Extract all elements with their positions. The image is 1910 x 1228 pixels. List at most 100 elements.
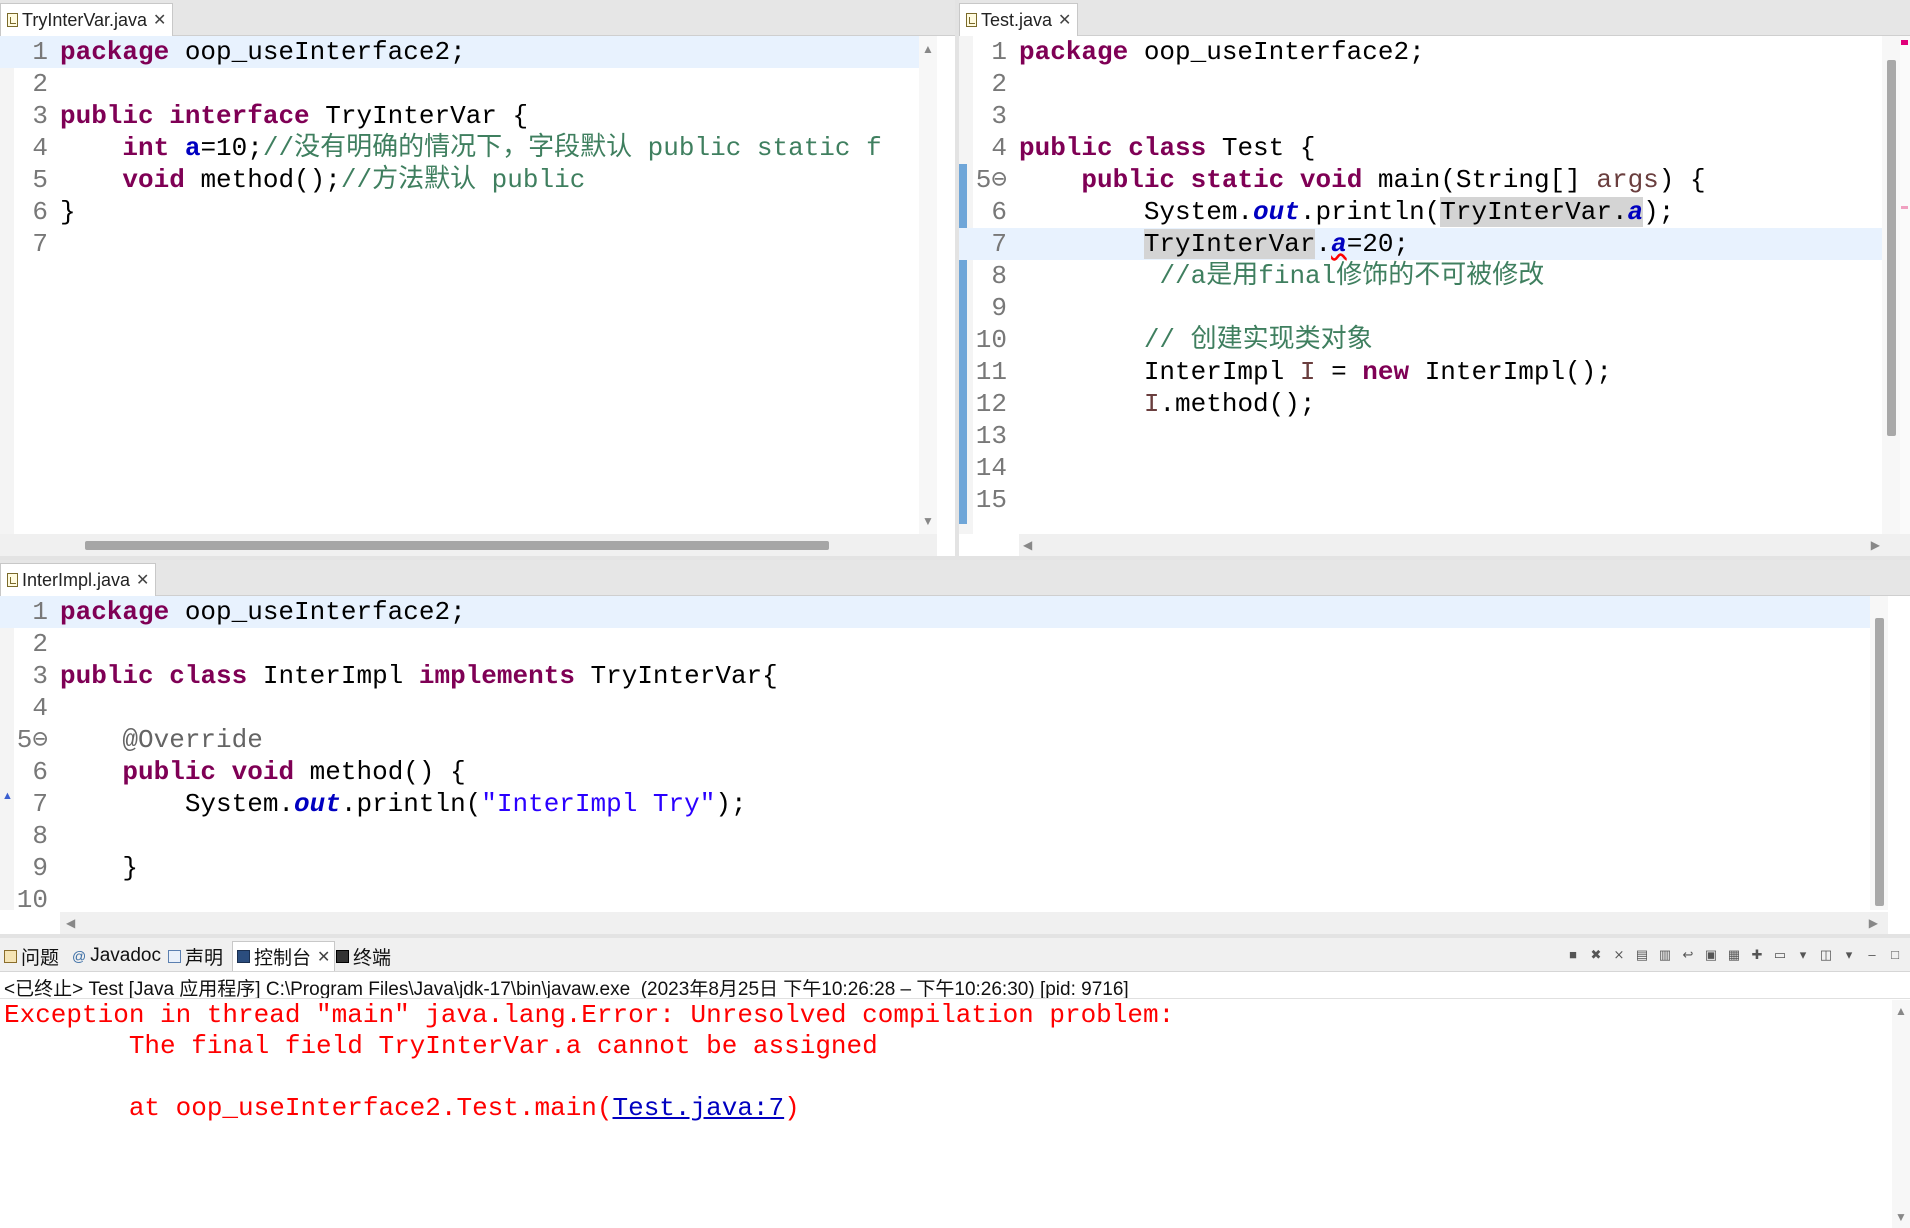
code-line[interactable]: 5⊖ @Override (0, 724, 1870, 756)
horizontal-scrollbar[interactable]: ◀ ▶ (1019, 534, 1910, 556)
code-token: oop_useInterface2; (169, 37, 466, 67)
close-icon[interactable]: ✕ (1058, 10, 1071, 30)
vertical-scrollbar[interactable]: ▲ ▼ (919, 36, 937, 534)
code-line[interactable]: 1 package oop_useInterface2; (959, 36, 1882, 68)
code-token: public (60, 101, 154, 131)
console-output[interactable]: Exception in thread "main" java.lang.Err… (4, 1000, 1880, 1124)
dropdown-icon[interactable]: ▾ (1794, 946, 1812, 964)
open-console-icon[interactable]: ◫ (1817, 946, 1835, 964)
code-line[interactable]: 4 int a=10;//没有明确的情况下，字段默认 public static… (0, 132, 937, 164)
code-line[interactable]: 2 (0, 628, 1870, 660)
terminate-icon[interactable]: ■ (1564, 946, 1582, 964)
scroll-right-icon[interactable]: ▶ (1869, 916, 1878, 930)
scrollbar-thumb[interactable] (1887, 60, 1896, 436)
code-line[interactable]: 13 (959, 420, 1882, 452)
code-line[interactable]: 5⊖ public static void main(String[] args… (959, 164, 1882, 196)
close-icon[interactable]: ✕ (153, 10, 166, 30)
code-token: a (184, 133, 201, 163)
code-line[interactable]: 10 (0, 884, 1870, 910)
code-token: InterImpl(); (1409, 357, 1612, 387)
code-line[interactable]: 2 (0, 68, 937, 100)
tab-console[interactable]: 控制台 ✕ (232, 941, 336, 971)
code-editor[interactable]: 1 package oop_useInterface2; 2 3 public inte… (0, 36, 937, 534)
show-stdout-icon[interactable]: ▣ (1702, 946, 1720, 964)
stack-trace-link[interactable]: Test.java:7 (613, 1093, 785, 1123)
code-line[interactable]: 2 (959, 68, 1882, 100)
line-number: 4 (991, 133, 1007, 163)
code-line[interactable]: 10 // 创建实现类对象 (959, 324, 1882, 356)
code-line[interactable]: 15 (959, 484, 1882, 516)
word-wrap-icon[interactable]: ↩ (1679, 946, 1697, 964)
code-line[interactable]: 8 //a是用final修饰的不可被修改 (959, 260, 1882, 292)
view-menu-icon[interactable]: ▾ (1840, 946, 1858, 964)
error-overview-mark[interactable] (1901, 40, 1908, 45)
code-line[interactable]: 6 public void method() { (0, 756, 1870, 788)
warning-overview-mark[interactable] (1901, 206, 1908, 209)
clear-console-icon[interactable]: ▤ (1633, 946, 1651, 964)
code-line[interactable]: 3 public class InterImpl implements TryIn… (0, 660, 1870, 692)
code-token: = (1315, 357, 1363, 387)
code-token: method(); (184, 165, 341, 195)
maximize-icon[interactable]: □ (1886, 946, 1904, 964)
minimize-icon[interactable]: – (1863, 946, 1881, 964)
scroll-right-icon[interactable]: ▶ (1871, 538, 1880, 552)
scroll-left-icon[interactable]: ◀ (66, 916, 75, 930)
code-line[interactable]: 6 System.out.println(TryInterVar.a); (959, 196, 1882, 228)
remove-launch-icon[interactable]: ✖ (1587, 946, 1605, 964)
horizontal-scrollbar[interactable] (0, 534, 937, 556)
code-line[interactable]: 4 (0, 692, 1870, 724)
vertical-scrollbar[interactable]: ▲ ▼ (1892, 1000, 1910, 1228)
code-editor[interactable]: 1 package oop_useInterface2; 2 3 4 public cla… (959, 36, 1882, 534)
close-icon[interactable]: ✕ (136, 570, 149, 590)
java-file-icon (7, 573, 18, 587)
display-console-icon[interactable]: ▭ (1771, 946, 1789, 964)
code-line[interactable]: 5 void method();//方法默认 public (0, 164, 937, 196)
scrollbar-thumb[interactable] (85, 541, 829, 550)
code-text: public class InterImpl implements TryInt… (60, 660, 778, 692)
scroll-lock-icon[interactable]: ▥ (1656, 946, 1674, 964)
scroll-down-icon[interactable]: ▼ (922, 514, 934, 528)
scroll-up-icon[interactable]: ▲ (922, 42, 934, 56)
code-line[interactable]: 11 InterImpl I = new InterImpl(); (959, 356, 1882, 388)
scroll-up-icon[interactable]: ▲ (1895, 1004, 1907, 1018)
vertical-scrollbar[interactable] (1882, 36, 1900, 534)
code-line[interactable]: 7 System.out.println("InterImpl Try"); (0, 788, 1870, 820)
tab-interimpl[interactable]: InterImpl.java ✕ (0, 563, 157, 596)
code-line[interactable]: 14 (959, 452, 1882, 484)
code-line[interactable]: 12 I.method(); (959, 388, 1882, 420)
code-line[interactable]: 7 (0, 228, 937, 260)
tab-javadoc[interactable]: @ Javadoc (72, 941, 161, 971)
tab-test[interactable]: Test.java ✕ (959, 3, 1079, 36)
close-icon[interactable]: ✕ (317, 947, 330, 967)
code-line[interactable]: 4 public class Test { (959, 132, 1882, 164)
tab-problems[interactable]: 问题 (4, 941, 59, 971)
code-line[interactable]: 1 package oop_useInterface2; (0, 36, 937, 68)
code-token: main(String[] (1362, 165, 1597, 195)
scroll-down-icon[interactable]: ▼ (1895, 1210, 1907, 1224)
code-editor[interactable]: ▲ 1 package oop_useInterface2; 2 3 public cl… (0, 596, 1870, 910)
show-stderr-icon[interactable]: ▦ (1725, 946, 1743, 964)
code-line[interactable]: 6} (0, 196, 937, 228)
code-token: ) { (1658, 165, 1706, 195)
line-number: 8 (991, 261, 1007, 291)
code-token: //没有明确的情况下，字段默认 public static f (262, 133, 882, 163)
tab-tryintervar[interactable]: TryInterVar.java ✕ (0, 3, 174, 36)
line-number: 14 (975, 453, 1007, 483)
code-line[interactable]: 3 public interface TryInterVar { (0, 100, 937, 132)
scrollbar-thumb[interactable] (1875, 618, 1884, 906)
code-line[interactable]: 3 (959, 100, 1882, 132)
code-line[interactable]: 8 (0, 820, 1870, 852)
tab-terminal[interactable]: 终端 (336, 941, 391, 971)
horizontal-scrollbar[interactable]: ◀ ▶ (60, 912, 1888, 934)
pin-console-icon[interactable]: ✚ (1748, 946, 1766, 964)
remove-all-icon[interactable]: ⨯ (1610, 946, 1628, 964)
vertical-scrollbar[interactable] (1870, 596, 1888, 910)
tab-declaration[interactable]: 声明 (168, 941, 223, 971)
console-divider (0, 998, 1910, 999)
scroll-left-icon[interactable]: ◀ (1023, 538, 1032, 552)
code-line[interactable]: 1 package oop_useInterface2; (0, 596, 1870, 628)
code-line[interactable]: 9 } (0, 852, 1870, 884)
line-number: 6 (32, 197, 48, 227)
code-line[interactable]: 7 TryInterVar.a=20; (959, 228, 1882, 260)
code-line[interactable]: 9 (959, 292, 1882, 324)
